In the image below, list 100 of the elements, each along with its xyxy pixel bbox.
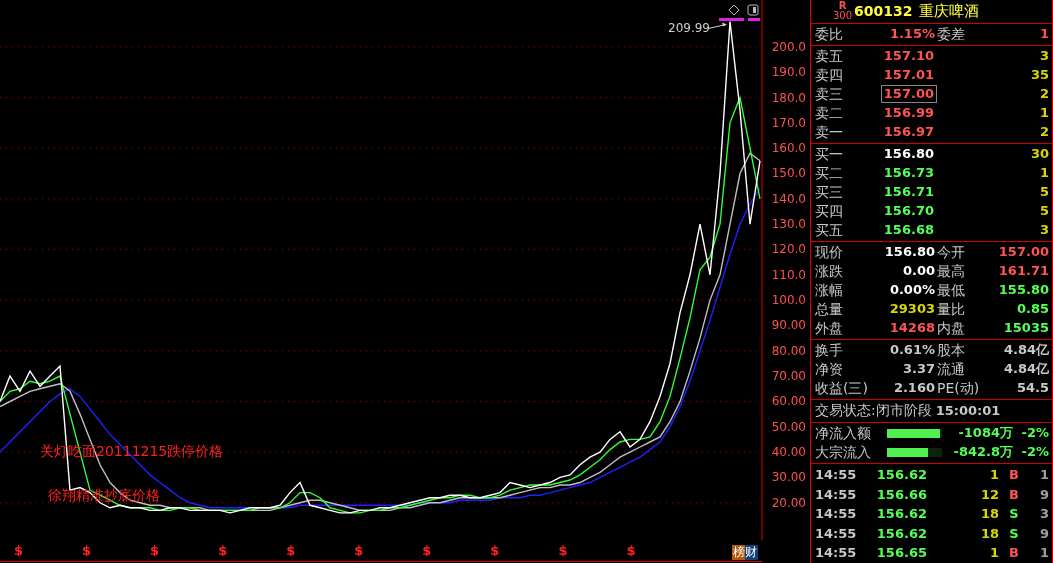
status-time: 15:00:01 (935, 402, 1002, 419)
trade-count: 9 (1038, 525, 1049, 542)
trade-time: 14:55 (815, 467, 858, 484)
field-value: 156.80 (883, 244, 935, 260)
order-level-label: 卖五 (815, 47, 843, 65)
trade-price: 156.65 (875, 545, 927, 562)
order-price: 157.01 (882, 66, 935, 84)
field-value: 2.160 (892, 380, 935, 396)
trade-volume: 18 (979, 506, 999, 523)
axis-label: 70.00 (771, 369, 806, 384)
order-volume: 5 (1038, 203, 1049, 219)
order-price: 157.00 (880, 85, 937, 103)
field-value: 155.80 (997, 282, 1049, 298)
axis-label: 30.00 (771, 470, 806, 485)
field-label: 今开 (937, 243, 965, 261)
field-value: 1.15% (888, 26, 935, 42)
trade-count: 9 (1038, 486, 1049, 503)
field-value: 0.00 (901, 263, 935, 279)
trade-price: 156.62 (875, 525, 927, 542)
trade-side: S (1008, 506, 1020, 523)
badge[interactable]: 榜财 (732, 545, 758, 560)
trade-time: 14:55 (815, 545, 858, 562)
order-level-label: 买二 (815, 164, 843, 182)
field-label: 流通 (937, 360, 965, 378)
field-label: 股本 (937, 341, 965, 359)
order-level-label: 买五 (815, 221, 843, 239)
field-value: 14268 (888, 320, 935, 336)
event-marker[interactable]: $ (82, 543, 92, 558)
order-volume: 30 (1029, 146, 1049, 162)
flow-percent: -2% (1020, 425, 1049, 441)
order-level-label: 卖四 (815, 66, 843, 84)
event-marker[interactable]: $ (354, 543, 364, 558)
axis-label: 150.0 (771, 166, 806, 181)
axis-label: 20.00 (771, 495, 806, 510)
event-marker[interactable]: $ (558, 543, 568, 558)
field-value: 1 (1038, 26, 1049, 42)
order-price: 156.97 (882, 123, 935, 141)
order-volume: 2 (1038, 124, 1049, 140)
stock-code: 600132 (854, 3, 913, 20)
status-value: 闭市阶段 (875, 402, 932, 419)
axis-label: 80.00 (771, 343, 806, 358)
axis-label: 170.0 (771, 115, 806, 130)
event-marker[interactable]: $ (150, 543, 160, 558)
axis-label: 140.0 (771, 191, 806, 206)
axis-label: 190.0 (771, 65, 806, 80)
field-value: 4.84亿 (1002, 342, 1049, 358)
leader-line (707, 22, 727, 30)
axis-label: 110.0 (771, 267, 806, 282)
axis-label: 40.00 (771, 445, 806, 460)
field-label: 收益(三) (815, 379, 868, 397)
trade-side: B (1008, 486, 1020, 503)
trade-side: B (1008, 467, 1020, 484)
index-number: 300 (833, 11, 853, 22)
axis-label: 200.0 (771, 39, 806, 54)
event-marker[interactable]: $ (490, 543, 500, 558)
field-label: 最低 (937, 281, 965, 299)
field-label: 最高 (937, 262, 965, 280)
event-marker[interactable]: $ (286, 543, 296, 558)
flow-percent: -2% (1020, 444, 1049, 460)
trade-count: 1 (1038, 545, 1049, 562)
event-marker[interactable]: $ (218, 543, 228, 558)
status-label: 交易状态: (815, 402, 876, 419)
trade-price: 156.66 (875, 486, 927, 503)
field-value: 161.71 (997, 263, 1049, 279)
event-marker[interactable]: $ (626, 543, 636, 558)
trade-side: S (1008, 525, 1020, 542)
panel-toggle-icon[interactable] (747, 4, 759, 16)
axis-label: 100.0 (771, 293, 806, 308)
field-label: 量比 (937, 300, 965, 318)
order-level-label: 卖一 (815, 123, 843, 141)
order-price: 156.71 (882, 183, 935, 201)
field-value: 29303 (888, 301, 935, 317)
event-marker[interactable]: $ (14, 543, 24, 558)
order-price: 156.73 (882, 164, 935, 182)
trade-side: B (1008, 545, 1020, 562)
axis-label: 180.0 (771, 90, 806, 105)
field-value: 157.00 (997, 244, 1049, 260)
order-level-label: 卖三 (815, 85, 843, 103)
order-price: 156.99 (882, 104, 935, 122)
axis-label: 160.0 (771, 141, 806, 156)
axis-label: 60.00 (771, 394, 806, 409)
field-label: 涨幅 (815, 281, 843, 299)
field-value: 0.00% (888, 282, 935, 298)
peak-label: 209.99 (668, 20, 710, 35)
axis-label: 90.00 (771, 318, 806, 333)
order-volume: 3 (1038, 222, 1049, 238)
range-bar (719, 18, 744, 21)
flow-label: 净流入额 (815, 424, 871, 442)
field-label: 涨跌 (815, 262, 843, 280)
event-marker[interactable]: $ (422, 543, 432, 558)
order-volume: 1 (1038, 165, 1049, 181)
axis-label: 120.0 (771, 242, 806, 257)
order-volume: 2 (1038, 86, 1049, 102)
field-value: 15035 (1002, 320, 1049, 336)
field-label: 换手 (815, 341, 843, 359)
field-label: 现价 (815, 243, 843, 261)
trade-time: 14:55 (815, 506, 858, 523)
trade-time: 14:55 (815, 525, 858, 542)
field-value: 54.5 (1015, 380, 1049, 396)
trade-price: 156.62 (875, 467, 927, 484)
